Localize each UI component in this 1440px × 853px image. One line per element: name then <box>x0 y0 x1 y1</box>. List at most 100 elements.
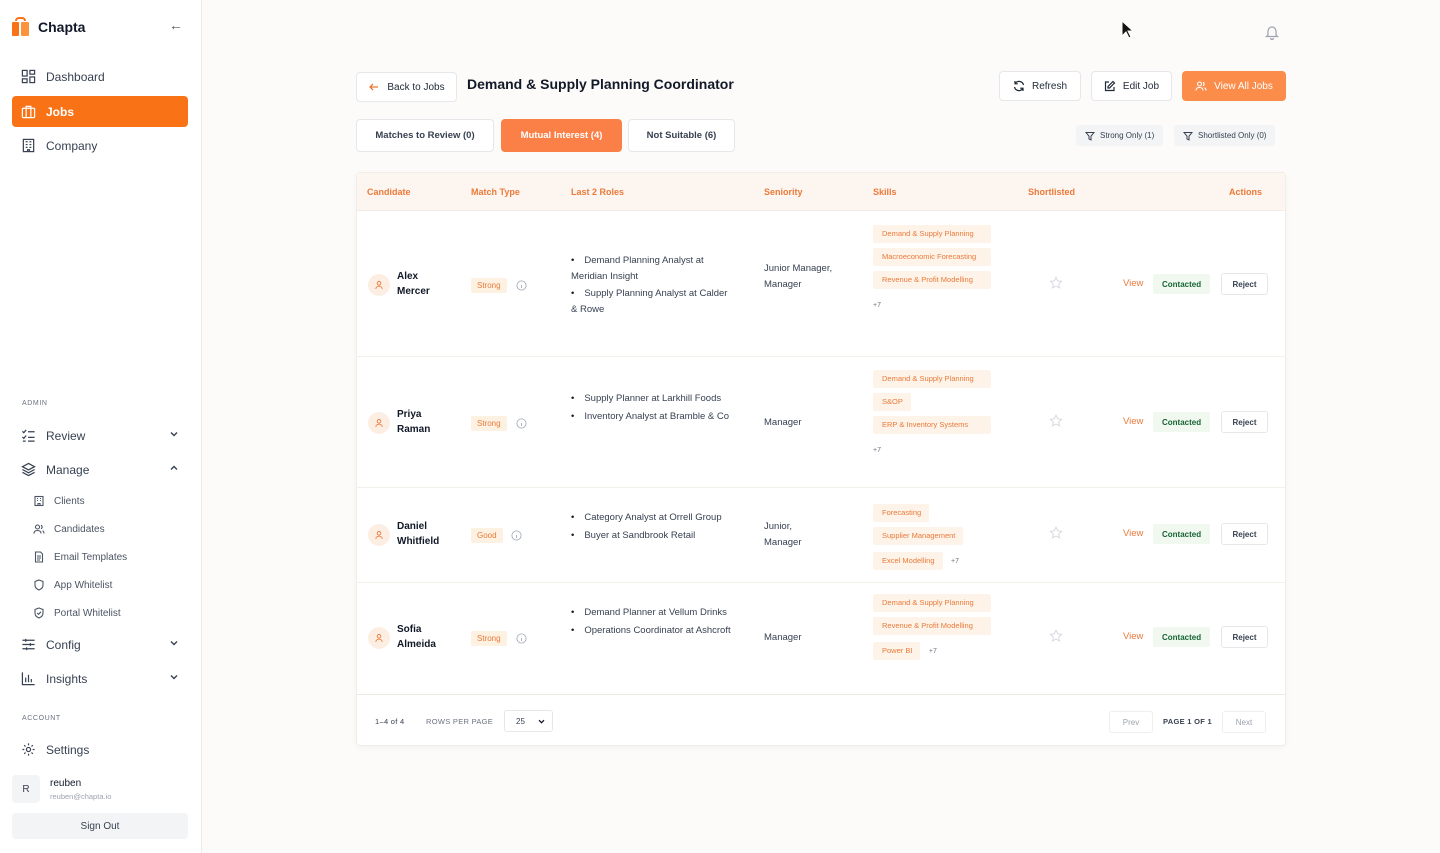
candidate-name[interactable]: Priya Raman <box>397 407 430 437</box>
star-icon[interactable] <box>1049 414 1063 428</box>
column-header-skills: Skills <box>873 187 897 197</box>
filter-strong-only[interactable]: Strong Only (1) <box>1076 125 1164 146</box>
gear-icon <box>22 743 35 756</box>
skill-tag: Demand & Supply Planning <box>873 370 991 388</box>
sidebar-subitem-portal-whitelist[interactable]: Portal Whitelist <box>30 602 188 624</box>
tab-matches-to-review[interactable]: Matches to Review (0) <box>356 119 494 152</box>
reject-button[interactable]: Reject <box>1221 411 1268 433</box>
candidate-name[interactable]: Alex Mercer <box>397 269 430 299</box>
shield-icon <box>34 579 44 591</box>
edit-job-button[interactable]: Edit Job <box>1091 71 1172 101</box>
pagination-range: 1–4 of 4 <box>375 717 405 726</box>
column-header-last-roles: Last 2 Roles <box>571 187 625 197</box>
column-header-match-type: Match Type <box>471 187 520 197</box>
refresh-button[interactable]: Refresh <box>999 71 1081 101</box>
users-icon <box>33 524 45 534</box>
next-page-button[interactable]: Next <box>1222 711 1266 733</box>
sidebar-item-jobs[interactable]: Jobs <box>12 96 188 127</box>
bar-chart-icon <box>21 672 35 686</box>
sidebar-subitem-app-whitelist[interactable]: App Whitelist <box>30 574 188 596</box>
table-row: Alex Mercer Strong Demand Planning Analy… <box>357 211 1285 357</box>
sidebar-item-company[interactable]: Company <box>12 130 188 161</box>
user-icon <box>375 281 383 290</box>
sidebar-subitem-candidates[interactable]: Candidates <box>30 518 188 540</box>
candidate-avatar <box>368 524 390 546</box>
reject-button[interactable]: Reject <box>1221 523 1268 545</box>
sidebar-item-review[interactable]: Review <box>12 420 188 451</box>
sign-out-button[interactable]: Sign Out <box>12 813 188 839</box>
document-icon <box>34 551 44 563</box>
skills-list: Demand & Supply Planning Macroeconomic F… <box>873 225 1003 312</box>
sidebar-subitem-email-templates[interactable]: Email Templates <box>30 546 188 568</box>
sidebar-item-label: Jobs <box>46 104 75 119</box>
star-icon[interactable] <box>1049 526 1063 540</box>
sidebar: Chapta ← Dashboard Jobs Company ADMIN Re… <box>0 0 202 853</box>
arrow-left-icon <box>369 83 379 91</box>
skill-tag: Macroeconomic Forecasting <box>873 248 991 266</box>
sidebar-subitem-label: Portal Whitelist <box>54 607 121 619</box>
user-icon <box>375 634 383 643</box>
seniority-text: Manager <box>764 417 802 428</box>
info-icon[interactable] <box>511 530 522 541</box>
view-candidate-link[interactable]: View <box>1123 631 1143 642</box>
sidebar-item-config[interactable]: Config <box>12 629 188 660</box>
sidebar-subitem-clients[interactable]: Clients <box>30 490 188 512</box>
edit-icon <box>1104 80 1116 92</box>
user-email: reuben@chapta.io <box>50 791 112 801</box>
prev-page-button[interactable]: Prev <box>1109 711 1153 733</box>
candidate-last-name: Whitfield <box>397 536 440 547</box>
skill-tag: Revenue & Profit Modelling <box>873 617 991 635</box>
filter-shortlisted-only[interactable]: Shortlisted Only (0) <box>1174 125 1276 146</box>
last-roles-list: Demand Planning Analyst at Meridian Insi… <box>571 253 731 319</box>
view-candidate-link[interactable]: View <box>1123 528 1143 539</box>
more-skills-count[interactable]: +7 <box>873 302 881 309</box>
collapse-sidebar-arrow-icon[interactable]: ← <box>168 17 184 33</box>
skill-tag: Power BI <box>873 642 921 660</box>
rows-per-page-select[interactable]: 25 <box>504 710 553 732</box>
sidebar-item-label: Settings <box>46 742 90 757</box>
user-profile[interactable]: R reuben reuben@chapta.io <box>12 775 111 803</box>
filter-shortlisted-label: Shortlisted Only (0) <box>1198 131 1267 140</box>
skills-list: Demand & Supply Planning S&OP ERP & Inve… <box>873 370 1003 457</box>
skill-tag: Excel Modelling <box>873 552 943 570</box>
chevron-down-icon <box>170 641 178 646</box>
view-candidate-link[interactable]: View <box>1123 416 1143 427</box>
candidate-name[interactable]: Sofia Almeida <box>397 622 436 652</box>
info-icon[interactable] <box>516 280 527 291</box>
more-skills-count[interactable]: +7 <box>873 447 881 454</box>
more-skills-count[interactable]: +7 <box>951 558 959 565</box>
skill-tag: Forecasting <box>873 504 930 522</box>
tab-not-suitable[interactable]: Not Suitable (6) <box>628 119 735 152</box>
seniority-text: Manager <box>764 632 802 643</box>
info-icon[interactable] <box>516 633 527 644</box>
bell-icon[interactable] <box>1264 24 1280 40</box>
last-roles-list: Category Analyst at Orrell Group Buyer a… <box>571 510 731 545</box>
brand[interactable]: Chapta <box>12 17 85 36</box>
star-icon[interactable] <box>1049 276 1063 290</box>
back-to-jobs-button[interactable]: Back to Jobs <box>356 72 457 102</box>
candidate-first-name: Priya <box>397 409 422 420</box>
view-all-jobs-label: View All Jobs <box>1214 80 1273 92</box>
info-icon[interactable] <box>516 418 527 429</box>
skill-tag: Demand & Supply Planning <box>873 594 991 612</box>
building-icon <box>34 495 44 507</box>
view-candidate-link[interactable]: View <box>1123 278 1143 289</box>
candidate-name[interactable]: Daniel Whitfield <box>397 519 439 549</box>
view-all-jobs-button[interactable]: View All Jobs <box>1182 71 1286 101</box>
sidebar-item-label: Insights <box>46 671 88 686</box>
user-name: reuben <box>50 777 82 789</box>
section-label-account: ACCOUNT <box>22 715 61 722</box>
column-header-candidate: Candidate <box>367 187 411 197</box>
more-skills-count[interactable]: +7 <box>929 648 937 655</box>
reject-button[interactable]: Reject <box>1221 273 1268 295</box>
star-icon[interactable] <box>1049 629 1063 643</box>
sidebar-item-label: Config <box>46 637 81 652</box>
table-row: Sofia Almeida Strong Demand Planner at V… <box>357 583 1285 695</box>
sidebar-item-manage[interactable]: Manage <box>12 454 188 485</box>
sidebar-item-dashboard[interactable]: Dashboard <box>12 61 188 92</box>
user-icon <box>375 531 383 540</box>
reject-button[interactable]: Reject <box>1221 626 1268 648</box>
tab-mutual-interest[interactable]: Mutual Interest (4) <box>501 119 622 152</box>
sidebar-item-settings[interactable]: Settings <box>12 734 188 765</box>
sidebar-item-insights[interactable]: Insights <box>12 663 188 694</box>
